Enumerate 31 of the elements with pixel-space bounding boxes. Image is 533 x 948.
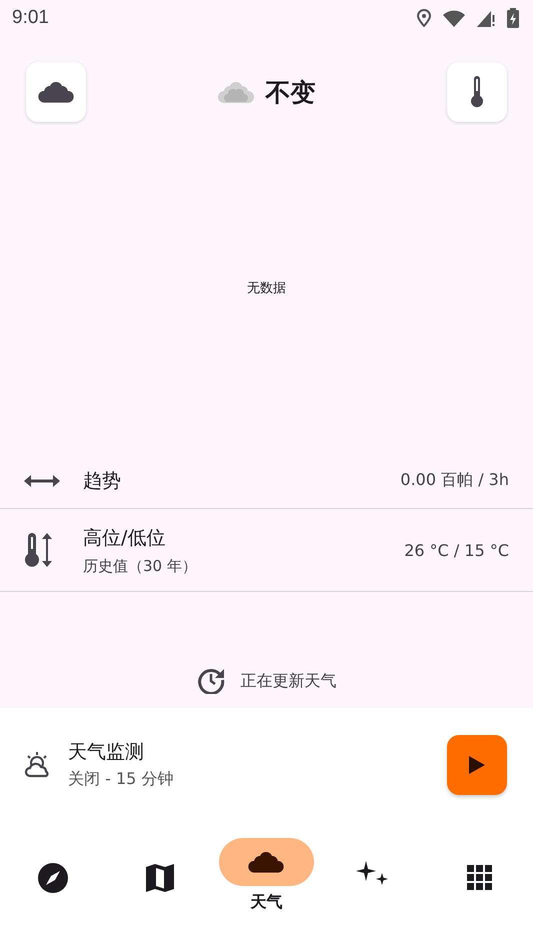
- no-data-text: 无数据: [247, 280, 286, 297]
- cloud-icon: [248, 851, 284, 873]
- row-value: 0.00 百帕 / 3h: [400, 470, 509, 491]
- clock-refresh-icon: [196, 666, 224, 694]
- weather-button[interactable]: [26, 62, 86, 122]
- play-icon: [469, 756, 485, 774]
- temperature-range-icon: [24, 533, 54, 567]
- location-icon: [417, 9, 431, 27]
- battery-charging-icon: [507, 8, 519, 28]
- cloud-icon: [218, 81, 254, 103]
- row-title: 趋势: [83, 468, 122, 494]
- compass-icon: [38, 863, 68, 893]
- row-subtitle: 历史值（30 年）: [83, 556, 198, 576]
- page-title: 不变: [266, 76, 316, 108]
- monitor-title: 天气监测: [68, 740, 145, 765]
- wifi-icon: [443, 10, 465, 26]
- map-icon: [146, 864, 174, 892]
- row-title: 高位/低位: [83, 526, 166, 550]
- monitor-subtitle: 关闭 - 15 分钟: [68, 769, 174, 790]
- updating-status-text: 正在更新天气: [240, 671, 336, 692]
- thermometer-icon: [469, 76, 485, 108]
- double-arrow-icon: [24, 474, 60, 486]
- signal-icon: [477, 9, 495, 27]
- cloud-icon: [38, 81, 74, 103]
- nav-label: 天气: [250, 892, 282, 913]
- temperature-button[interactable]: [447, 62, 507, 122]
- play-button[interactable]: [447, 734, 507, 794]
- row-value: 26 °C / 15 °C: [404, 540, 509, 560]
- nav-tab[interactable]: [218, 838, 314, 886]
- apps-grid-icon: [466, 865, 493, 891]
- status-time: 9:01: [12, 7, 49, 29]
